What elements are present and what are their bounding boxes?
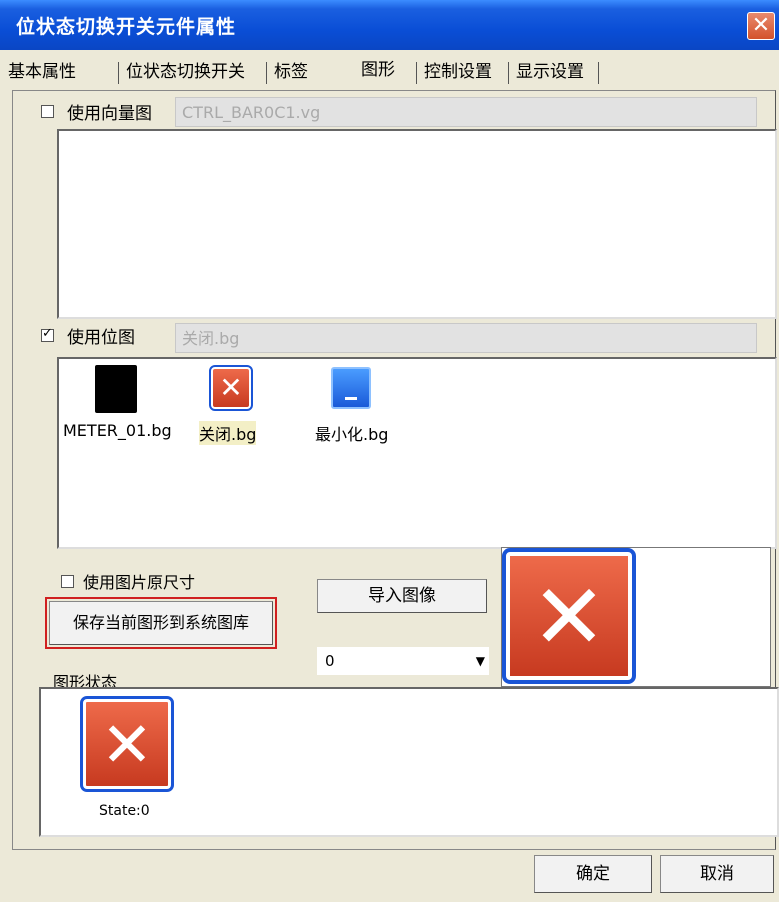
vector-filename-field[interactable]: CTRL_BAR0C1.vg <box>175 97 757 127</box>
graphics-panel: 使用向量图 CTRL_BAR0C1.vg 使用位图 关闭.bg METER_01… <box>12 90 779 850</box>
meter-icon <box>95 365 137 413</box>
tab-control-settings[interactable]: 控制设置 <box>420 52 496 88</box>
cancel-button[interactable]: 取消 <box>660 855 774 893</box>
original-size-label: 使用图片原尺寸 <box>83 573 196 592</box>
tab-graphics[interactable]: 图形 <box>342 50 414 90</box>
chevron-down-icon[interactable]: ▼ <box>476 647 485 675</box>
state-list[interactable]: ✕ State:0 <box>39 687 779 837</box>
tab-bar: 基本属性 位状态切换开关 标签 图形 控制设置 显示设置 <box>0 50 779 90</box>
tab-bit-switch[interactable]: 位状态切换开关 <box>122 52 249 88</box>
use-vector-checkbox[interactable] <box>41 105 54 118</box>
use-bitmap-label: 使用位图 <box>67 328 135 348</box>
import-image-button[interactable]: 导入图像 <box>317 579 487 613</box>
original-size-checkbox[interactable] <box>61 575 74 588</box>
tab-label[interactable]: 标签 <box>270 52 312 88</box>
state-select-value: 0 <box>325 652 335 670</box>
close-icon: ✕ <box>80 696 174 792</box>
state-item[interactable]: ✕ State:0 <box>75 695 185 835</box>
save-to-library-button[interactable]: 保存当前图形到系统图库 <box>49 601 273 645</box>
bitmap-list[interactable]: METER_01.bg ✕ 关闭.bg 最小化.bg <box>57 357 777 549</box>
dialog-window: 位状态切换开关元件属性 ✕ 基本属性 位状态切换开关 标签 图形 控制设置 显示… <box>0 0 779 902</box>
tab-display-settings[interactable]: 显示设置 <box>512 52 588 88</box>
use-vector-label: 使用向量图 <box>67 104 152 124</box>
bitmap-item-minimize[interactable]: 最小化.bg <box>299 365 399 445</box>
bitmap-filename-field[interactable]: 关闭.bg <box>175 323 757 353</box>
bitmap-item-label: 关闭.bg <box>199 421 257 445</box>
close-icon: ✕ <box>209 365 253 411</box>
bitmap-item-label: METER_01.bg <box>63 421 172 440</box>
minimize-icon <box>331 367 371 409</box>
ok-button[interactable]: 确定 <box>534 855 652 893</box>
bitmap-item-meter[interactable]: METER_01.bg <box>63 365 183 445</box>
state-select[interactable]: 0 ▼ <box>317 647 489 675</box>
save-highlight: 保存当前图形到系统图库 <box>45 597 277 649</box>
state-item-label: State:0 <box>99 803 150 819</box>
tab-basic[interactable]: 基本属性 <box>4 52 80 88</box>
large-preview: ✕ <box>501 547 771 687</box>
vector-preview[interactable] <box>57 129 777 319</box>
title-bar[interactable]: 位状态切换开关元件属性 ✕ <box>0 0 779 50</box>
close-icon: ✕ <box>502 548 636 684</box>
window-title: 位状态切换开关元件属性 <box>16 16 237 38</box>
use-bitmap-checkbox[interactable] <box>41 326 54 342</box>
bitmap-item-label: 最小化.bg <box>315 425 389 444</box>
bitmap-item-close[interactable]: ✕ 关闭.bg <box>199 365 279 445</box>
close-icon[interactable]: ✕ <box>747 12 775 40</box>
